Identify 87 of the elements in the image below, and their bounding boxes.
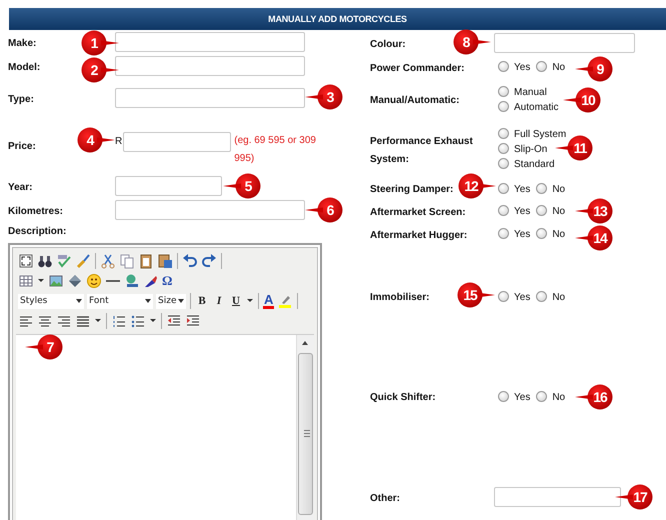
radio-button[interactable] — [536, 290, 548, 302]
spellcheck-icon[interactable] — [56, 253, 72, 269]
currency-label: R — [115, 135, 122, 149]
field-label: Type: — [8, 94, 34, 104]
field-label: Steering Damper: — [370, 184, 454, 195]
format-button[interactable]: B — [195, 293, 209, 309]
radio-button[interactable] — [498, 86, 509, 97]
redo-icon[interactable] — [201, 253, 217, 269]
format-button[interactable]: U — [229, 293, 243, 309]
option-label: Standard — [514, 159, 555, 170]
radio-button[interactable] — [536, 205, 548, 216]
field-label: Immobiliser: — [370, 292, 430, 303]
field-label: Aftermarket Screen: — [370, 206, 466, 218]
option-label: No — [552, 292, 566, 302]
highlighter-icon[interactable] — [277, 293, 294, 309]
radio-button[interactable] — [498, 61, 509, 72]
option-label: No — [552, 206, 566, 217]
option-label: Yes — [514, 392, 530, 402]
text-field[interactable] — [115, 32, 305, 52]
undo-icon[interactable] — [182, 253, 198, 269]
table-icon[interactable] — [18, 273, 34, 289]
text-field[interactable] — [115, 200, 305, 220]
option-label: No — [552, 184, 566, 194]
field-label: Manual/Automatic: — [370, 95, 460, 106]
paste-icon[interactable] — [157, 253, 173, 269]
text-area[interactable] — [16, 334, 314, 520]
hint-text: (eg. 69 595 or 309 995) — [234, 134, 317, 166]
dropdown[interactable]: Size — [156, 294, 186, 308]
smiley-icon[interactable] — [86, 273, 102, 289]
radio-button[interactable] — [498, 128, 509, 139]
radio-button[interactable] — [536, 61, 548, 72]
text-field[interactable] — [115, 176, 222, 196]
option-label: No — [552, 229, 566, 240]
radio-button[interactable] — [536, 182, 548, 194]
field-label: Quick Shifter: — [370, 392, 436, 403]
special-character-button[interactable]: Ω — [162, 273, 172, 289]
radio-button[interactable] — [498, 158, 509, 169]
image-icon[interactable] — [48, 273, 64, 289]
option-label: Manual — [514, 87, 547, 98]
radio-button[interactable] — [498, 182, 509, 194]
option-label: Automatic — [514, 102, 558, 113]
option-label: Yes — [514, 292, 530, 302]
radio-button[interactable] — [498, 290, 509, 302]
radio-button[interactable] — [498, 390, 509, 402]
format-button[interactable]: I — [212, 293, 226, 309]
field-label: Price: — [8, 141, 36, 152]
dropdown[interactable]: Styles — [18, 294, 84, 308]
field-label: Make: — [8, 38, 36, 49]
text-field[interactable] — [115, 88, 305, 108]
diamond-icon[interactable] — [67, 273, 83, 289]
binoculars-icon[interactable] — [37, 253, 53, 269]
field-label: Description: — [8, 226, 66, 237]
brush-icon[interactable] — [75, 253, 91, 269]
field-label: Colour: — [370, 38, 406, 50]
text-field[interactable] — [123, 132, 232, 152]
radio-button[interactable] — [498, 101, 509, 112]
field-label: Aftermarket Hugger: — [370, 230, 468, 240]
option-label: Slip-On — [514, 144, 548, 155]
option-label: Yes — [514, 229, 530, 240]
option-label: Yes — [514, 206, 530, 217]
font-color-button[interactable]: A — [263, 293, 274, 309]
maximize-icon[interactable] — [18, 253, 34, 269]
option-label: No — [552, 392, 566, 402]
radio-button[interactable] — [536, 390, 548, 402]
radio-button[interactable] — [498, 205, 509, 216]
radio-button[interactable] — [498, 143, 509, 154]
radio-button[interactable] — [536, 228, 548, 239]
bullet-list-icon[interactable] — [130, 313, 146, 329]
clipboard-icon[interactable] — [138, 253, 154, 269]
field-label: Year: — [8, 182, 32, 192]
scrollbar[interactable] — [296, 335, 314, 520]
header-bar: MANUALLY ADD MOTORCYCLES — [9, 8, 666, 30]
option-label: Yes — [514, 62, 530, 73]
field-label: Kilometres: — [8, 206, 64, 216]
dropdown[interactable]: Font — [87, 294, 153, 308]
numbered-list-icon[interactable] — [111, 313, 127, 329]
text-field[interactable] — [494, 487, 621, 507]
field-label: Power Commander: — [370, 62, 464, 74]
text-field[interactable] — [115, 56, 305, 76]
scissors-icon[interactable] — [100, 253, 116, 269]
field-label: Model: — [8, 62, 40, 72]
radio-button[interactable] — [498, 228, 509, 239]
field-label: Other: — [370, 493, 400, 504]
option-label: No — [552, 62, 566, 73]
option-label: Yes — [514, 184, 530, 194]
text-field[interactable] — [494, 32, 635, 52]
field-label: Performance Exhaust System: — [370, 136, 473, 164]
